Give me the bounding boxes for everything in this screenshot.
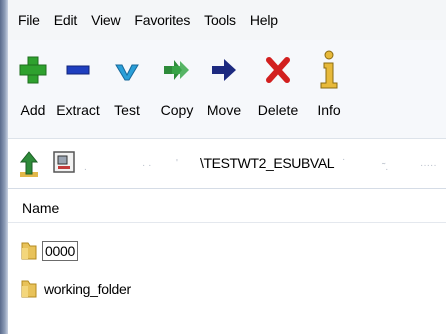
noise-dot: ' bbox=[176, 158, 178, 169]
plus-icon bbox=[14, 48, 52, 92]
add-label: Add bbox=[20, 102, 46, 118]
copy-label: Copy bbox=[160, 102, 194, 118]
menu-view[interactable]: View bbox=[91, 10, 120, 30]
window-edge bbox=[0, 0, 8, 334]
file-list: 0000 working_folder bbox=[8, 224, 446, 334]
list-header: Name bbox=[8, 192, 446, 223]
archive-drive-icon bbox=[52, 150, 76, 174]
delete-button[interactable]: Delete bbox=[252, 48, 304, 118]
menu-tools[interactable]: Tools bbox=[204, 10, 236, 30]
extract-button[interactable]: Extract bbox=[52, 48, 104, 118]
menu-edit[interactable]: Edit bbox=[54, 10, 78, 30]
double-arrow-icon bbox=[152, 48, 202, 92]
item-name: working_folder bbox=[44, 281, 131, 297]
folder-icon bbox=[21, 280, 37, 298]
move-label: Move bbox=[206, 102, 242, 118]
list-item[interactable]: 0000 bbox=[20, 238, 78, 264]
app-window: File Edit View Favorites Tools Help Add bbox=[0, 0, 446, 334]
info-button[interactable]: Info bbox=[310, 48, 348, 118]
toolbar: Add Extract Test Copy Move Delete Info bbox=[8, 40, 446, 139]
list-item[interactable]: working_folder bbox=[20, 276, 133, 302]
extract-label: Extract bbox=[56, 102, 100, 118]
noise-dot: . bbox=[84, 162, 87, 173]
menu-help[interactable]: Help bbox=[250, 10, 278, 30]
column-name-header[interactable]: Name bbox=[22, 200, 59, 216]
menu-bar: File Edit View Favorites Tools Help bbox=[8, 0, 446, 40]
item-name: 0000 bbox=[42, 241, 78, 261]
add-button[interactable]: Add bbox=[14, 48, 52, 118]
menu-favorites[interactable]: Favorites bbox=[134, 10, 190, 30]
noise-dot: · bbox=[342, 154, 346, 165]
test-button[interactable]: Test bbox=[107, 48, 147, 118]
noise-dot: · · bbox=[142, 160, 152, 171]
noise-dot: ˜. bbox=[382, 162, 389, 173]
up-folder-button[interactable] bbox=[18, 150, 40, 178]
copy-button[interactable]: Copy bbox=[152, 48, 202, 118]
up-arrow-icon bbox=[19, 151, 39, 177]
noise-dot: ····· bbox=[420, 160, 437, 171]
menu-file[interactable]: File bbox=[18, 10, 40, 30]
check-icon bbox=[107, 48, 147, 92]
test-label: Test bbox=[114, 102, 140, 118]
folder-icon bbox=[21, 242, 37, 260]
minus-icon bbox=[52, 48, 104, 92]
x-icon bbox=[252, 48, 304, 92]
move-button[interactable]: Move bbox=[200, 48, 248, 118]
info-icon bbox=[310, 48, 348, 92]
info-label: Info bbox=[317, 102, 341, 118]
delete-label: Delete bbox=[257, 102, 299, 118]
address-path: \TESTWT2_ESUBVAL bbox=[200, 155, 335, 171]
address-field[interactable]: . · · ' \TESTWT2_ESUBVAL · ˜. ····· bbox=[52, 148, 444, 178]
arrow-right-icon bbox=[200, 48, 248, 92]
address-bar: . · · ' \TESTWT2_ESUBVAL · ˜. ····· bbox=[8, 140, 446, 189]
